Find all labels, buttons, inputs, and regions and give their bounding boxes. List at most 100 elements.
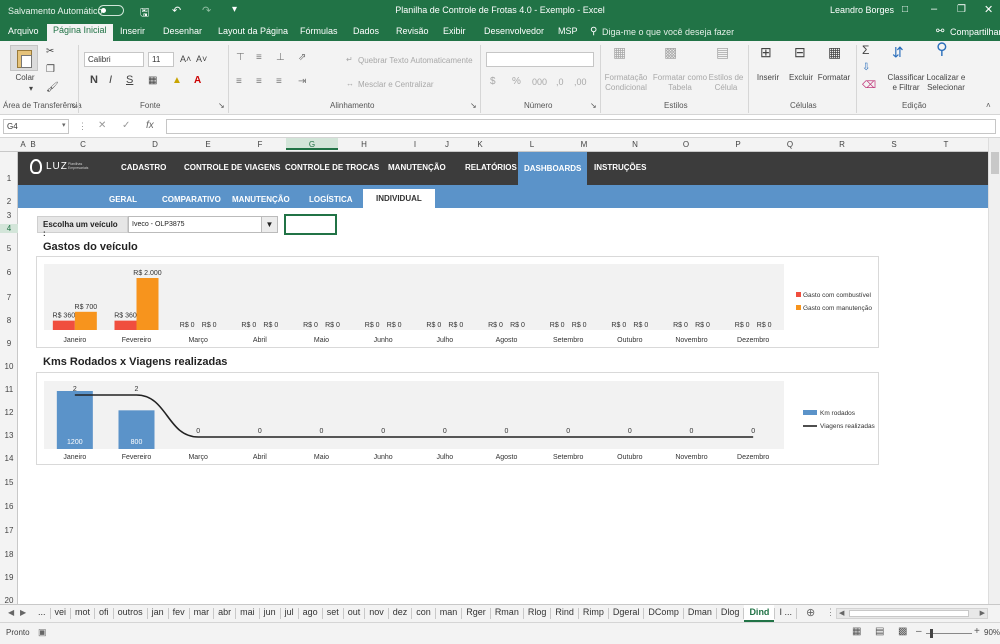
tab-formulas[interactable]: Fórmulas (294, 25, 344, 41)
cut-icon[interactable]: ✂ (46, 47, 54, 57)
col-header-h[interactable]: H (338, 140, 390, 149)
sheet-tab[interactable]: ago (299, 607, 322, 617)
sheet-tab[interactable]: ... (34, 607, 50, 617)
row-header-16[interactable]: 16 (0, 502, 18, 511)
col-header-k[interactable]: K (454, 140, 506, 149)
nav-relatorios[interactable]: RELATÓRIOS (459, 163, 523, 172)
underline-icon[interactable]: S (126, 75, 133, 86)
insert-cells-button[interactable]: Inserir (754, 73, 782, 83)
col-header-r[interactable]: R (816, 140, 868, 149)
borders-icon[interactable]: ▦ (148, 76, 157, 86)
sheet-tab[interactable]: con (412, 607, 435, 617)
page-break-view-icon[interactable]: ▩ (898, 626, 907, 637)
find-select-button[interactable]: Localizar e Selecionar (922, 73, 970, 93)
sheet-tab[interactable]: mar (190, 607, 214, 617)
paste-dropdown-icon[interactable]: ▾ (29, 84, 33, 94)
align-bottom-icon[interactable]: ⊥ (276, 53, 285, 63)
sheet-tab[interactable]: vei (51, 607, 71, 617)
nav-controle-trocas[interactable]: CONTROLE DE TROCAS (279, 163, 385, 172)
row-header-2[interactable]: 2 (0, 197, 18, 206)
row-header-1[interactable]: 1 (0, 174, 18, 183)
sheet-tab[interactable]: Dlog (717, 607, 744, 617)
sheet-tab[interactable]: jul (281, 607, 298, 617)
next-sheet-icon[interactable]: ▶ (20, 608, 26, 617)
tab-msp[interactable]: MSP (552, 25, 584, 41)
zoom-in-icon[interactable]: + (974, 626, 980, 637)
normal-view-icon[interactable]: ▦ (852, 626, 861, 637)
format-cells-icon[interactable]: ▦ (828, 45, 841, 59)
subnav-comparativo[interactable]: COMPARATIVO (162, 195, 221, 204)
alignment-launcher-icon[interactable]: ↘ (470, 101, 477, 110)
sheet-tab[interactable]: mot (71, 607, 94, 617)
prev-sheet-icon[interactable]: ◀ (8, 608, 14, 617)
align-left-icon[interactable]: ≡ (236, 77, 242, 87)
row-header-8[interactable]: 8 (0, 316, 18, 325)
tab-pagina-inicial[interactable]: Página Inicial (47, 24, 113, 41)
subnav-individual[interactable]: INDIVIDUAL (363, 189, 435, 208)
row-header-10[interactable]: 10 (0, 362, 18, 371)
col-header-t[interactable]: T (920, 140, 972, 149)
name-box-dropdown-icon[interactable]: ▾ (62, 121, 66, 129)
delete-cells-button[interactable]: Excluir (786, 73, 816, 83)
shrink-font-icon[interactable]: A˅ (196, 54, 207, 64)
minimize-icon[interactable]: – (931, 3, 937, 15)
ribbon-display-icon[interactable]: □ (902, 4, 908, 15)
italic-icon[interactable]: I (109, 75, 112, 86)
sheet-tab[interactable]: ofi (95, 607, 113, 617)
clipboard-launcher-icon[interactable]: ↘ (70, 101, 77, 110)
autosum-icon[interactable]: Σ (862, 44, 869, 56)
row-header-11[interactable]: 11 (0, 385, 18, 394)
align-center-icon[interactable]: ≡ (256, 77, 262, 87)
fill-icon[interactable]: ⇩ (862, 63, 870, 73)
row-header-14[interactable]: 14 (0, 454, 18, 463)
share-icon[interactable]: ⚯ (936, 26, 944, 37)
sheet-tab[interactable]: Dgeral (609, 607, 644, 617)
tab-dados[interactable]: Dados (347, 25, 385, 41)
insert-function-icon[interactable]: fx (146, 120, 154, 131)
number-launcher-icon[interactable]: ↘ (590, 101, 597, 110)
bold-icon[interactable]: N (90, 75, 98, 86)
tab-layout[interactable]: Layout da Página (212, 25, 294, 41)
merge-center-button[interactable]: Mesclar e Centralizar (358, 80, 434, 90)
increase-decimal-icon[interactable]: ,0 (556, 77, 564, 87)
more-icon[interactable]: ⋮ (78, 121, 87, 132)
col-header-d[interactable]: D (128, 140, 182, 149)
orientation-icon[interactable]: ⇗ (298, 53, 306, 63)
horizontal-scroll-thumb[interactable] (849, 610, 969, 617)
grow-font-icon[interactable]: A˄ (180, 54, 191, 64)
vertical-scroll-thumb[interactable] (991, 152, 999, 174)
tab-exibir[interactable]: Exibir (437, 25, 472, 41)
sheet-tab[interactable]: dez (389, 607, 412, 617)
paste-button[interactable]: Colar (10, 73, 40, 83)
tab-revisao[interactable]: Revisão (390, 25, 435, 41)
zoom-level[interactable]: 90% (984, 628, 1000, 637)
tell-me-box[interactable]: Diga-me o que você deseja fazer (602, 27, 734, 37)
sheet-tab[interactable]: jan (148, 607, 168, 617)
indent-icon[interactable]: ⇥ (298, 77, 306, 87)
sheet-tab[interactable]: man (436, 607, 462, 617)
sheet-tab[interactable]: nov (365, 607, 388, 617)
find-select-icon[interactable]: ⚲ (936, 42, 948, 58)
conditional-format-button[interactable]: Formatação Condicional (604, 73, 648, 93)
col-header-s[interactable]: S (868, 140, 920, 149)
subnav-geral[interactable]: GERAL (109, 195, 137, 204)
tab-inserir[interactable]: Inserir (114, 25, 151, 41)
col-header-f[interactable]: F (234, 140, 286, 149)
sheet-tab[interactable]: Dman (684, 607, 716, 617)
col-header-i[interactable]: I (390, 140, 440, 149)
tab-splitter-icon[interactable]: ⋮ (826, 607, 835, 618)
comma-icon[interactable]: 000 (532, 77, 547, 87)
scroll-left-icon[interactable]: ◀ (839, 609, 844, 617)
sheet-tab[interactable]: Rlog (524, 607, 551, 617)
share-button[interactable]: Compartilhar (950, 27, 1000, 37)
col-header-o[interactable]: O (660, 140, 712, 149)
nav-cadastro[interactable]: CADASTRO (115, 163, 172, 172)
col-header-b[interactable]: B (28, 140, 38, 149)
user-name[interactable]: Leandro Borges (830, 5, 894, 15)
sheet-tab[interactable]: Rger (462, 607, 490, 617)
paste-icon[interactable] (10, 45, 38, 71)
decrease-decimal-icon[interactable]: ,00 (574, 77, 587, 87)
col-header-l[interactable]: L (506, 140, 558, 149)
format-cells-button[interactable]: Formatar (816, 73, 852, 83)
scroll-right-icon[interactable]: ▶ (980, 609, 985, 617)
